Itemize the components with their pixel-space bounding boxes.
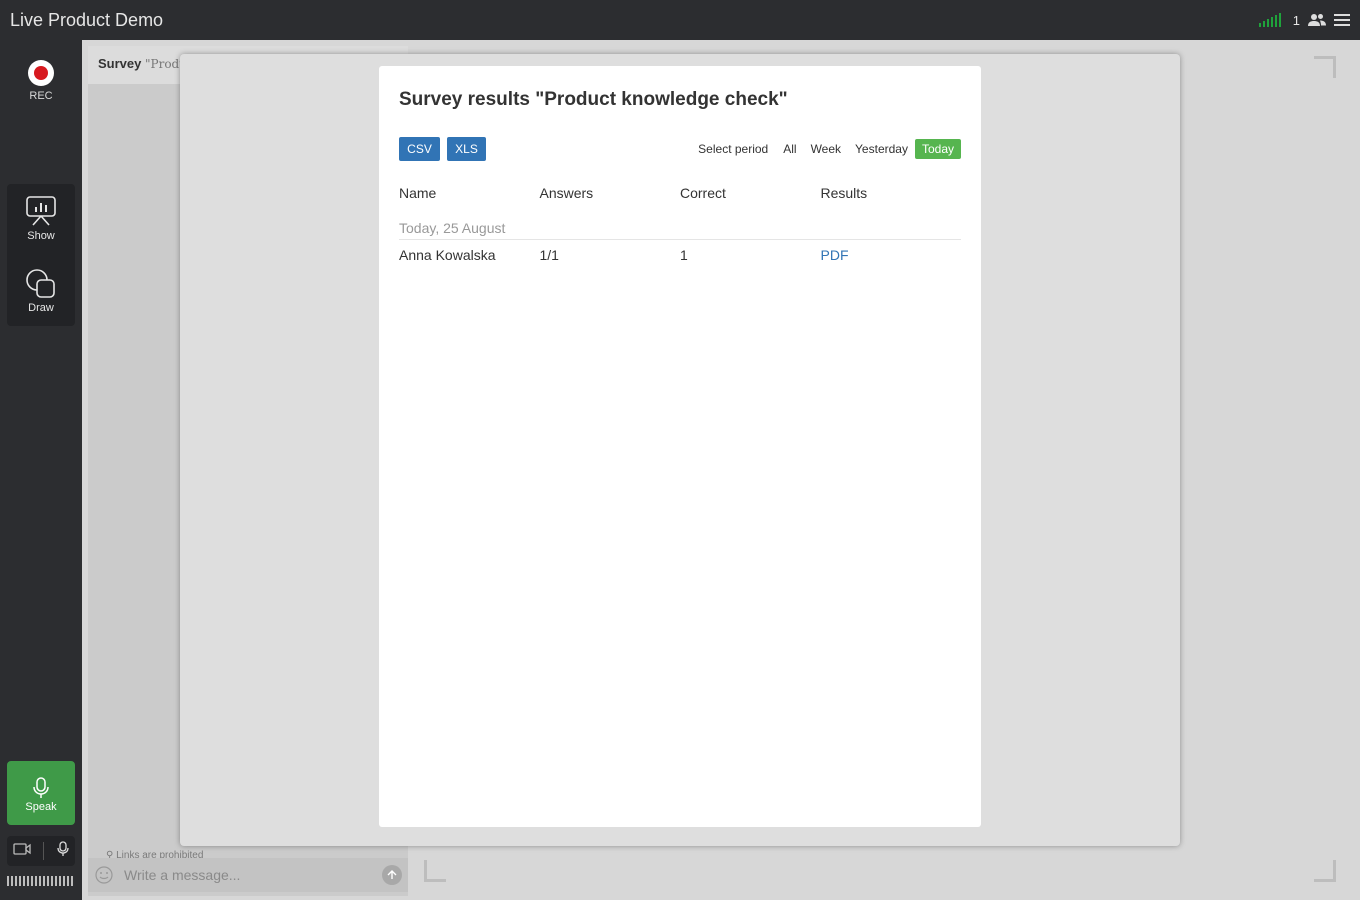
period-week[interactable]: Week <box>804 139 848 159</box>
emoji-icon[interactable] <box>95 866 113 889</box>
row-correct: 1 <box>680 247 688 264</box>
message-bar <box>88 858 408 892</box>
send-icon[interactable] <box>382 865 402 885</box>
period-yesterday[interactable]: Yesterday <box>848 139 915 159</box>
draw-label: Draw <box>28 302 54 314</box>
top-bar: Live Product Demo 1 <box>0 0 1360 40</box>
show-label: Show <box>27 230 55 242</box>
record-button[interactable]: REC <box>21 60 61 102</box>
column-results: Results <box>820 185 868 201</box>
table-row: Anna Kowalska 1/1 1 PDF <box>399 239 961 271</box>
frame-corner-bottom-left <box>424 860 446 882</box>
audio-level-meter <box>7 876 75 886</box>
frame-corner-top-right <box>1314 56 1336 78</box>
media-divider <box>43 842 45 860</box>
app-title: Live Product Demo <box>10 10 164 30</box>
period-today[interactable]: Today <box>914 139 961 159</box>
participants-icon[interactable] <box>1308 13 1326 27</box>
message-input[interactable] <box>124 864 374 886</box>
record-label: REC <box>29 90 53 102</box>
period-label: Select period <box>698 142 769 156</box>
hamburger-menu-icon[interactable] <box>1334 13 1350 27</box>
column-answers: Answers <box>539 185 594 201</box>
participants-count: 1 <box>1292 12 1300 28</box>
show-button[interactable]: Show <box>7 196 75 242</box>
table-header-row: Name Answers Correct Results <box>399 179 961 207</box>
export-csv-button[interactable]: CSV <box>399 137 440 161</box>
top-right-controls: 1 <box>1258 10 1350 30</box>
export-xls-button[interactable]: XLS <box>447 137 486 161</box>
tools-panel: Show Draw <box>7 184 75 326</box>
survey-results-dialog: Survey results "Product knowledge check"… <box>379 66 981 827</box>
speak-label: Speak <box>25 801 57 813</box>
row-name: Anna Kowalska <box>399 247 496 264</box>
row-results: PDF <box>821 239 962 271</box>
record-icon <box>28 60 54 86</box>
left-rail: REC Show Draw Speak <box>0 40 82 900</box>
date-group-label: Today, 25 August <box>399 207 961 240</box>
pdf-link[interactable]: PDF <box>821 247 849 263</box>
frame-corner-bottom-right <box>1314 860 1336 882</box>
column-correct: Correct <box>680 185 726 201</box>
period-all[interactable]: All <box>776 139 803 159</box>
column-name: Name <box>399 185 437 201</box>
dialog-title: Survey results "Product knowledge check" <box>399 89 788 110</box>
media-controls <box>7 836 75 866</box>
speak-button[interactable]: Speak <box>7 761 75 825</box>
date-group-row: Today, 25 August <box>399 207 961 240</box>
results-table: Name Answers Correct Results Today, 25 A… <box>399 179 961 271</box>
survey-heading: Survey <box>98 56 142 71</box>
draw-button[interactable]: Draw <box>7 268 75 314</box>
mic-icon[interactable] <box>57 840 69 862</box>
period-selector: Select period All Week Yesterday Today <box>698 137 961 161</box>
signal-strength-icon <box>1258 13 1281 27</box>
camera-icon[interactable] <box>13 842 31 861</box>
dialog-toolbar: CSV XLS Select period All Week Yesterday… <box>399 137 961 161</box>
presentation-icon <box>26 196 56 226</box>
microphone-icon <box>33 777 49 798</box>
row-answers: 1/1 <box>539 247 559 264</box>
shapes-icon <box>26 269 55 298</box>
